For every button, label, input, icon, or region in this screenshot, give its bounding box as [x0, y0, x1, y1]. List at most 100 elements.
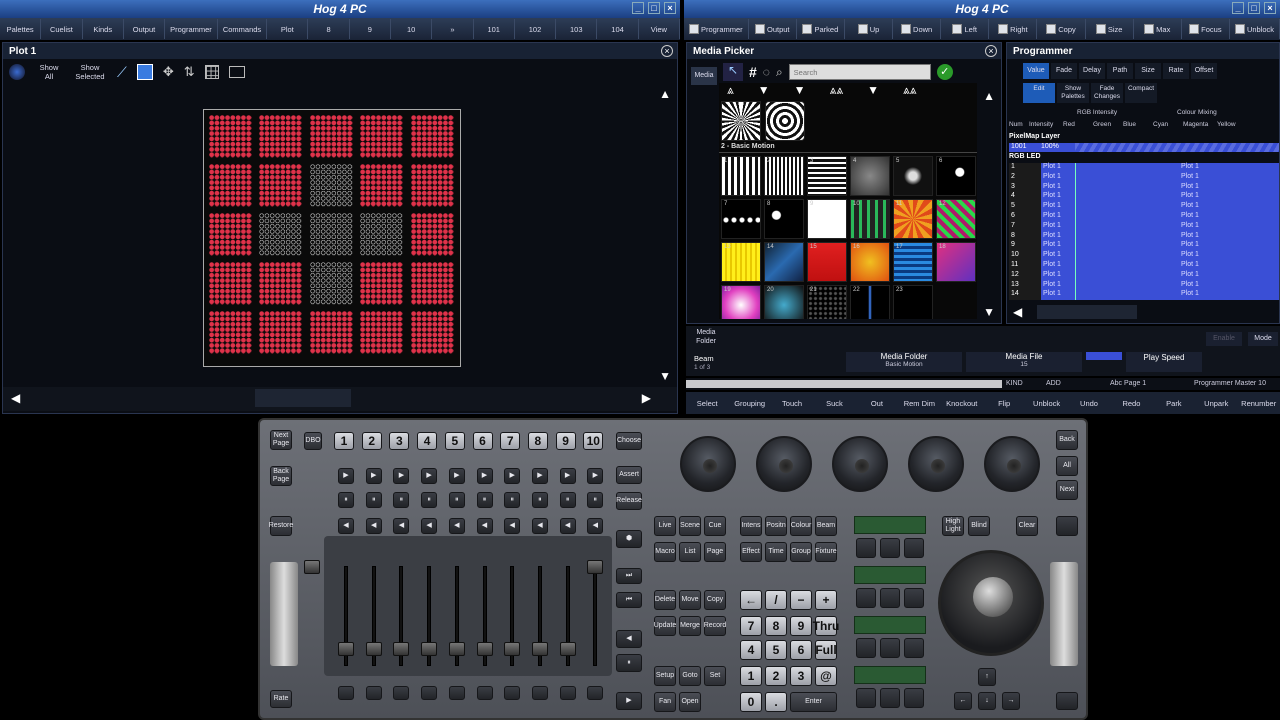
master-choose-key-2[interactable]: 2	[361, 432, 382, 450]
right-toolbar-0[interactable]: Programmer	[684, 19, 749, 39]
media-thumb-20[interactable]: 20	[764, 285, 804, 319]
pixel-fixture[interactable]	[410, 213, 454, 256]
programmer-row[interactable]: 7 Plot 1 Plot 1	[1009, 221, 1279, 232]
keypad-key-15[interactable]: @	[815, 666, 837, 686]
clear-key[interactable]: Clear	[1016, 516, 1038, 536]
soft-key[interactable]	[856, 688, 876, 708]
master-choose-key-4[interactable]: 4	[417, 432, 438, 450]
soft-key[interactable]	[880, 588, 900, 608]
back-key-8[interactable]: ◀	[531, 518, 548, 534]
soft-key[interactable]	[880, 688, 900, 708]
choose-key[interactable]: Choose	[616, 432, 642, 450]
back-key-3[interactable]: ◀	[393, 518, 410, 534]
media-thumb-22[interactable]: 22	[850, 285, 890, 319]
cursor-icon[interactable]: ↖	[723, 63, 743, 81]
scroll-right-icon[interactable]: ▶	[642, 391, 651, 405]
view-key-4[interactable]: List	[679, 542, 701, 562]
programmer-tab-6[interactable]: Offset	[1191, 63, 1217, 79]
fader-2[interactable]	[365, 642, 382, 656]
pause-key-9[interactable]: ⏸	[559, 492, 576, 508]
media-thumb-3[interactable]: 3	[807, 156, 847, 196]
go-key-6[interactable]: ▶	[476, 468, 493, 484]
encoder-wheel-1[interactable]	[680, 436, 736, 492]
left-toolbar-5[interactable]: Commands	[218, 19, 268, 39]
left-toolbar-11[interactable]: 101	[474, 19, 515, 39]
search-toggle-icon[interactable]: ⌕	[776, 65, 783, 80]
media-scroll-up-icon[interactable]: ▲	[983, 89, 995, 103]
left-toolbar-9[interactable]: 10	[391, 19, 433, 39]
command-line[interactable]: KIND ADD Abc Page 1 Programmer Master 10	[686, 378, 1280, 390]
bottom-toolbar-9[interactable]: Undo	[1068, 399, 1110, 408]
edit-key-3[interactable]: Update	[654, 616, 676, 636]
view-key-5[interactable]: Page	[704, 542, 726, 562]
flash-key-4[interactable]	[421, 686, 438, 700]
media-thumb-1[interactable]: 1	[721, 156, 761, 196]
soft-key[interactable]	[880, 638, 900, 658]
media-picker-close-icon[interactable]: ×	[985, 45, 997, 57]
fader-5[interactable]	[448, 642, 465, 656]
arrow-right-key[interactable]: →	[1002, 692, 1020, 710]
left-toolbar-1[interactable]: Cuelist	[41, 19, 83, 39]
view-key-1[interactable]: Scene	[679, 516, 701, 536]
soft-key[interactable]	[856, 538, 876, 558]
media-thumb-19[interactable]: 19	[721, 285, 761, 319]
keypad-key-16[interactable]: 0	[740, 692, 762, 712]
media-tab[interactable]: Media	[691, 67, 717, 85]
highlight-key[interactable]: High Light	[942, 516, 964, 536]
go-key-3[interactable]: ▶	[393, 468, 410, 484]
pause-key-10[interactable]: ⏸	[587, 492, 604, 508]
fader-4[interactable]	[421, 642, 438, 656]
media-thumb-5[interactable]: 5	[893, 156, 933, 196]
programmer-scroll-left-icon[interactable]: ◀	[1013, 305, 1022, 319]
kind-key-7[interactable]: Fixture	[815, 542, 837, 562]
media-search-input[interactable]	[788, 64, 931, 80]
grid-icon[interactable]	[204, 65, 219, 79]
back-key-5[interactable]: ◀	[448, 518, 465, 534]
all-key[interactable]: All	[1056, 456, 1078, 476]
flash-key-6[interactable]	[476, 686, 493, 700]
media-thumb[interactable]	[721, 101, 761, 141]
mode-button[interactable]: Mode	[1248, 332, 1278, 346]
pause-key-3[interactable]: ⏸	[393, 492, 410, 508]
soft-key[interactable]	[904, 588, 924, 608]
left-toolbar-8[interactable]: 9	[350, 19, 392, 39]
programmer-row[interactable]: 13 Plot 1 Plot 1	[1009, 280, 1279, 291]
master-choose-key-1[interactable]: 1	[334, 432, 354, 450]
left-toolbar-10[interactable]: »	[432, 19, 474, 39]
media-thumb-18[interactable]: 18	[936, 242, 976, 282]
back-key-10[interactable]: ◀	[587, 518, 604, 534]
pixel-fixture[interactable]	[360, 311, 404, 354]
soft-key[interactable]	[880, 538, 900, 558]
keypad-key-18[interactable]: Enter	[790, 692, 837, 712]
flash-key-10[interactable]	[587, 686, 604, 700]
soft-key[interactable]	[904, 638, 924, 658]
setup-key-1[interactable]: Goto	[679, 666, 701, 686]
keypad-key-10[interactable]: 6	[790, 640, 812, 660]
programmer-row[interactable]: 11 Plot 1 Plot 1	[1009, 260, 1279, 271]
edit-key-0[interactable]: Delete	[654, 590, 676, 610]
right-toolbar-5[interactable]: Left	[941, 19, 990, 39]
programmer-tab-0[interactable]: Value	[1023, 63, 1049, 79]
pixel-fixture[interactable]	[410, 164, 454, 207]
command-input[interactable]	[686, 380, 1002, 388]
pause-key-1[interactable]: ⏸	[338, 492, 354, 508]
media-thumb-21[interactable]: 21	[807, 285, 847, 319]
back-key-2[interactable]: ◀	[365, 518, 382, 534]
left-toolbar-6[interactable]: Plot	[267, 19, 309, 39]
media-thumb-10[interactable]: 10	[850, 199, 890, 239]
right-toolbar-10[interactable]: Focus	[1182, 19, 1230, 39]
programmer-row[interactable]: 5 Plot 1 Plot 1	[1009, 202, 1279, 212]
edit-key-4[interactable]: Merge	[679, 616, 701, 636]
flash-key-1[interactable]	[338, 686, 354, 700]
skip-forward-key[interactable]: ⏭	[616, 568, 642, 584]
main-halt-key[interactable]: ⏸	[616, 654, 642, 672]
bottom-toolbar-1[interactable]: Grouping	[728, 399, 770, 408]
level-wheel[interactable]	[1050, 562, 1078, 666]
next-key[interactable]: Next	[1056, 480, 1078, 500]
right-toolbar-7[interactable]: Copy	[1037, 19, 1086, 39]
flash-key-3[interactable]	[393, 686, 410, 700]
keypad-key-0[interactable]: ←	[740, 590, 762, 610]
comment-icon[interactable]: ◌	[763, 65, 770, 79]
fader-10[interactable]	[587, 560, 604, 574]
align-icon[interactable]: ⇅	[184, 64, 195, 80]
